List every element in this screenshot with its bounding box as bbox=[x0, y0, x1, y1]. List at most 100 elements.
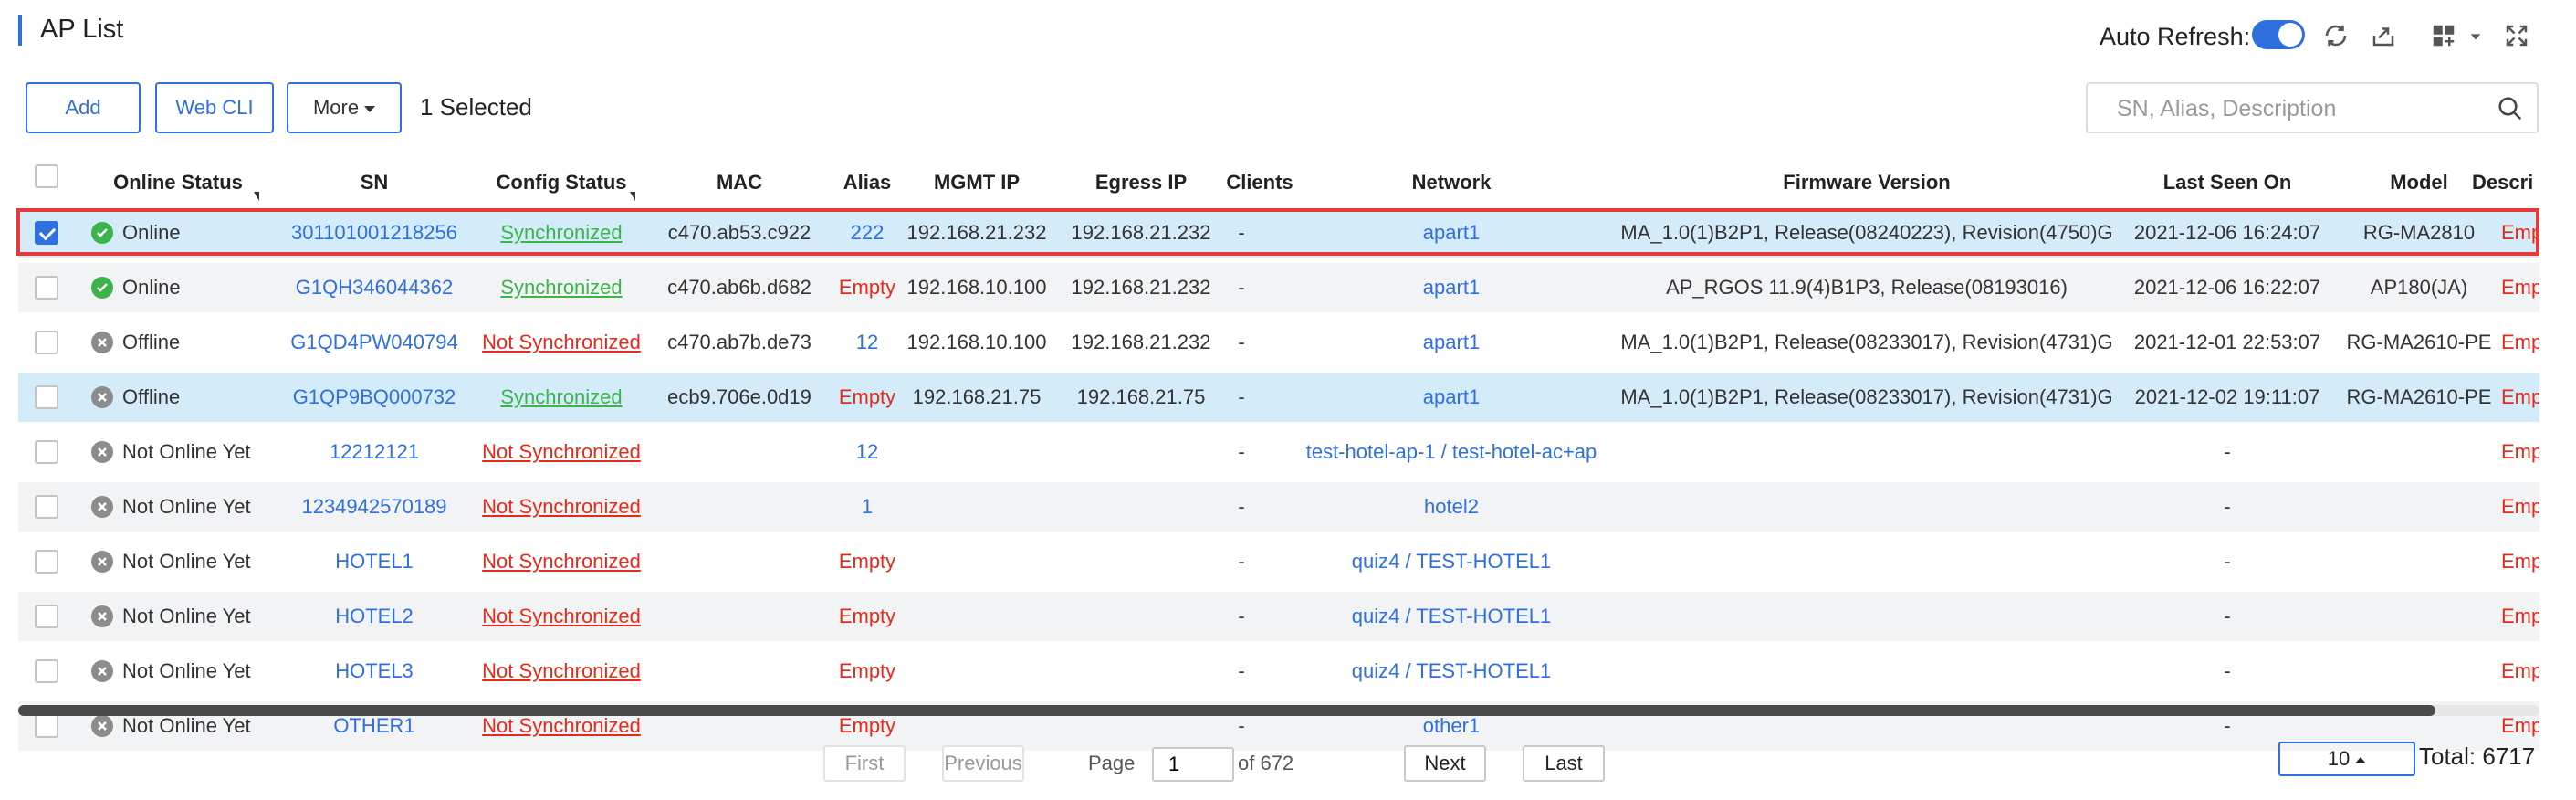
description-value[interactable]: Emp bbox=[2501, 263, 2539, 312]
model bbox=[2328, 647, 2510, 696]
model bbox=[2328, 592, 2510, 641]
description-value[interactable]: Emp bbox=[2501, 208, 2539, 258]
network-link[interactable]: quiz4 / TEST-HOTEL1 bbox=[1296, 647, 1607, 696]
export-icon[interactable] bbox=[2366, 18, 2401, 53]
network-link[interactable]: quiz4 / TEST-HOTEL1 bbox=[1296, 592, 1607, 641]
table-row[interactable]: Online 301101001218256 Synchronized c470.ab… bbox=[18, 208, 2539, 258]
search-icon[interactable] bbox=[2497, 95, 2524, 122]
description-value[interactable]: Emp bbox=[2501, 427, 2539, 477]
config-status-link[interactable]: Synchronized bbox=[456, 263, 666, 312]
sort-icon[interactable] bbox=[630, 192, 635, 201]
row-checkbox[interactable] bbox=[35, 550, 58, 574]
first-page-button[interactable]: First bbox=[823, 745, 906, 782]
network-link[interactable]: hotel2 bbox=[1296, 482, 1607, 532]
clients-count: - bbox=[1238, 385, 1245, 408]
sn-link[interactable]: HOTEL3 bbox=[274, 647, 475, 696]
row-checkbox[interactable] bbox=[35, 440, 58, 464]
col-online-status[interactable]: Online Status bbox=[73, 161, 283, 205]
previous-page-button[interactable]: Previous bbox=[942, 745, 1024, 782]
row-checkbox[interactable] bbox=[35, 659, 58, 683]
last-seen-on: - bbox=[2224, 659, 2231, 682]
config-status-link[interactable]: Not Synchronized bbox=[456, 318, 666, 367]
config-status-link[interactable]: Not Synchronized bbox=[456, 592, 666, 641]
col-mgmt-ip: MGMT IP bbox=[933, 171, 1021, 194]
auto-refresh-toggle[interactable] bbox=[2252, 20, 2305, 49]
last-seen-on: 2021-12-01 22:53:07 bbox=[2133, 331, 2321, 353]
sn-link[interactable]: G1QP9BQ000732 bbox=[274, 373, 475, 422]
model: RG-MA2810 bbox=[2362, 221, 2476, 244]
total-count: Total: 6717 bbox=[2419, 742, 2536, 770]
row-checkbox[interactable] bbox=[35, 714, 58, 738]
table-row[interactable]: Not Online Yet 1234942570189 Not Synchroni… bbox=[18, 482, 2539, 532]
config-status-link[interactable]: Not Synchronized bbox=[456, 537, 666, 586]
description-value[interactable]: Emp bbox=[2501, 592, 2539, 641]
select-all-checkbox[interactable] bbox=[35, 164, 58, 188]
table-row[interactable]: Not Online Yet 12212121 Not Synchronized 12… bbox=[18, 427, 2539, 477]
table-row[interactable]: Offline G1QP9BQ000732 Synchronized ecb9.706… bbox=[18, 373, 2539, 422]
more-button[interactable]: More bbox=[287, 82, 402, 133]
table-row[interactable]: Not Online Yet HOTEL2 Not Synchronized Empt… bbox=[18, 592, 2539, 641]
model: RG-MA2610-PE bbox=[2346, 385, 2492, 408]
refresh-icon[interactable] bbox=[2319, 18, 2353, 53]
row-checkbox[interactable] bbox=[35, 331, 58, 354]
network-link[interactable]: apart1 bbox=[1296, 208, 1607, 258]
row-checkbox[interactable] bbox=[35, 221, 58, 245]
sn-link[interactable]: HOTEL1 bbox=[274, 537, 475, 586]
sn-link[interactable]: 1234942570189 bbox=[274, 482, 475, 532]
description-value[interactable]: Emp bbox=[2501, 482, 2539, 532]
x-circle-icon bbox=[91, 551, 113, 573]
auto-refresh-label: Auto Refresh: bbox=[2100, 23, 2251, 50]
clients-count: - bbox=[1238, 659, 1245, 682]
config-status-link[interactable]: Not Synchronized bbox=[456, 482, 666, 532]
firmware-version bbox=[1607, 482, 2127, 532]
network-link[interactable]: apart1 bbox=[1296, 373, 1607, 422]
table-row[interactable]: Online G1QH346044362 Synchronized c470.ab6b… bbox=[18, 263, 2539, 312]
last-page-button[interactable]: Last bbox=[1523, 745, 1605, 782]
row-checkbox[interactable] bbox=[35, 385, 58, 409]
sn-link[interactable]: G1QH346044362 bbox=[274, 263, 475, 312]
sn-link[interactable]: 301101001218256 bbox=[274, 208, 475, 258]
x-circle-icon bbox=[91, 441, 113, 463]
table-row[interactable]: Not Online Yet HOTEL3 Not Synchronized Empt… bbox=[18, 647, 2539, 696]
page-size-select[interactable]: 10 bbox=[2278, 742, 2415, 776]
network-link[interactable]: test-hotel-ap-1 / test-hotel-ac+ap bbox=[1296, 427, 1607, 477]
row-checkbox[interactable] bbox=[35, 605, 58, 628]
sort-icon[interactable] bbox=[254, 192, 259, 201]
grid-add-icon[interactable] bbox=[2426, 18, 2461, 53]
next-page-button[interactable]: Next bbox=[1404, 745, 1486, 782]
scrollbar-thumb[interactable] bbox=[18, 705, 2435, 716]
sn-link[interactable]: G1QD4PW040794 bbox=[274, 318, 475, 367]
network-link[interactable]: apart1 bbox=[1296, 263, 1607, 312]
table-row[interactable]: Offline G1QD4PW040794 Not Synchronized c470… bbox=[18, 318, 2539, 367]
network-link[interactable]: apart1 bbox=[1296, 318, 1607, 367]
config-status-link[interactable]: Synchronized bbox=[456, 373, 666, 422]
description-value[interactable]: Emp bbox=[2501, 318, 2539, 367]
row-checkbox[interactable] bbox=[35, 495, 58, 519]
mgmt-ip: 192.168.21.232 bbox=[906, 221, 1047, 244]
x-circle-icon bbox=[91, 605, 113, 627]
add-button[interactable]: Add bbox=[26, 82, 141, 133]
config-status-link[interactable]: Not Synchronized bbox=[456, 647, 666, 696]
fullscreen-icon[interactable] bbox=[2499, 18, 2534, 53]
description-value[interactable]: Emp bbox=[2501, 373, 2539, 422]
table-row[interactable]: Not Online Yet HOTEL1 Not Synchronized Empt… bbox=[18, 537, 2539, 586]
page-number-input[interactable] bbox=[1152, 747, 1234, 782]
config-status-link[interactable]: Not Synchronized bbox=[456, 427, 666, 477]
sn-link[interactable]: HOTEL2 bbox=[274, 592, 475, 641]
firmware-version bbox=[1607, 592, 2127, 641]
config-status-link[interactable]: Synchronized bbox=[456, 208, 666, 258]
horizontal-scrollbar[interactable] bbox=[18, 705, 2539, 716]
page-count: of 672 bbox=[1238, 752, 1294, 774]
sn-link[interactable]: 12212121 bbox=[274, 427, 475, 477]
last-seen-on: - bbox=[2224, 605, 2231, 627]
search-input[interactable] bbox=[2115, 91, 2484, 126]
last-seen-on: - bbox=[2224, 495, 2231, 518]
network-link[interactable]: quiz4 / TEST-HOTEL1 bbox=[1296, 537, 1607, 586]
web-cli-button[interactable]: Web CLI bbox=[155, 82, 274, 133]
chevron-down-icon[interactable] bbox=[2465, 18, 2487, 53]
search-box[interactable] bbox=[2086, 82, 2539, 133]
row-checkbox[interactable] bbox=[35, 276, 58, 300]
egress-ip bbox=[1059, 537, 1223, 586]
description-value[interactable]: Emp bbox=[2501, 647, 2539, 696]
description-value[interactable]: Emp bbox=[2501, 537, 2539, 586]
